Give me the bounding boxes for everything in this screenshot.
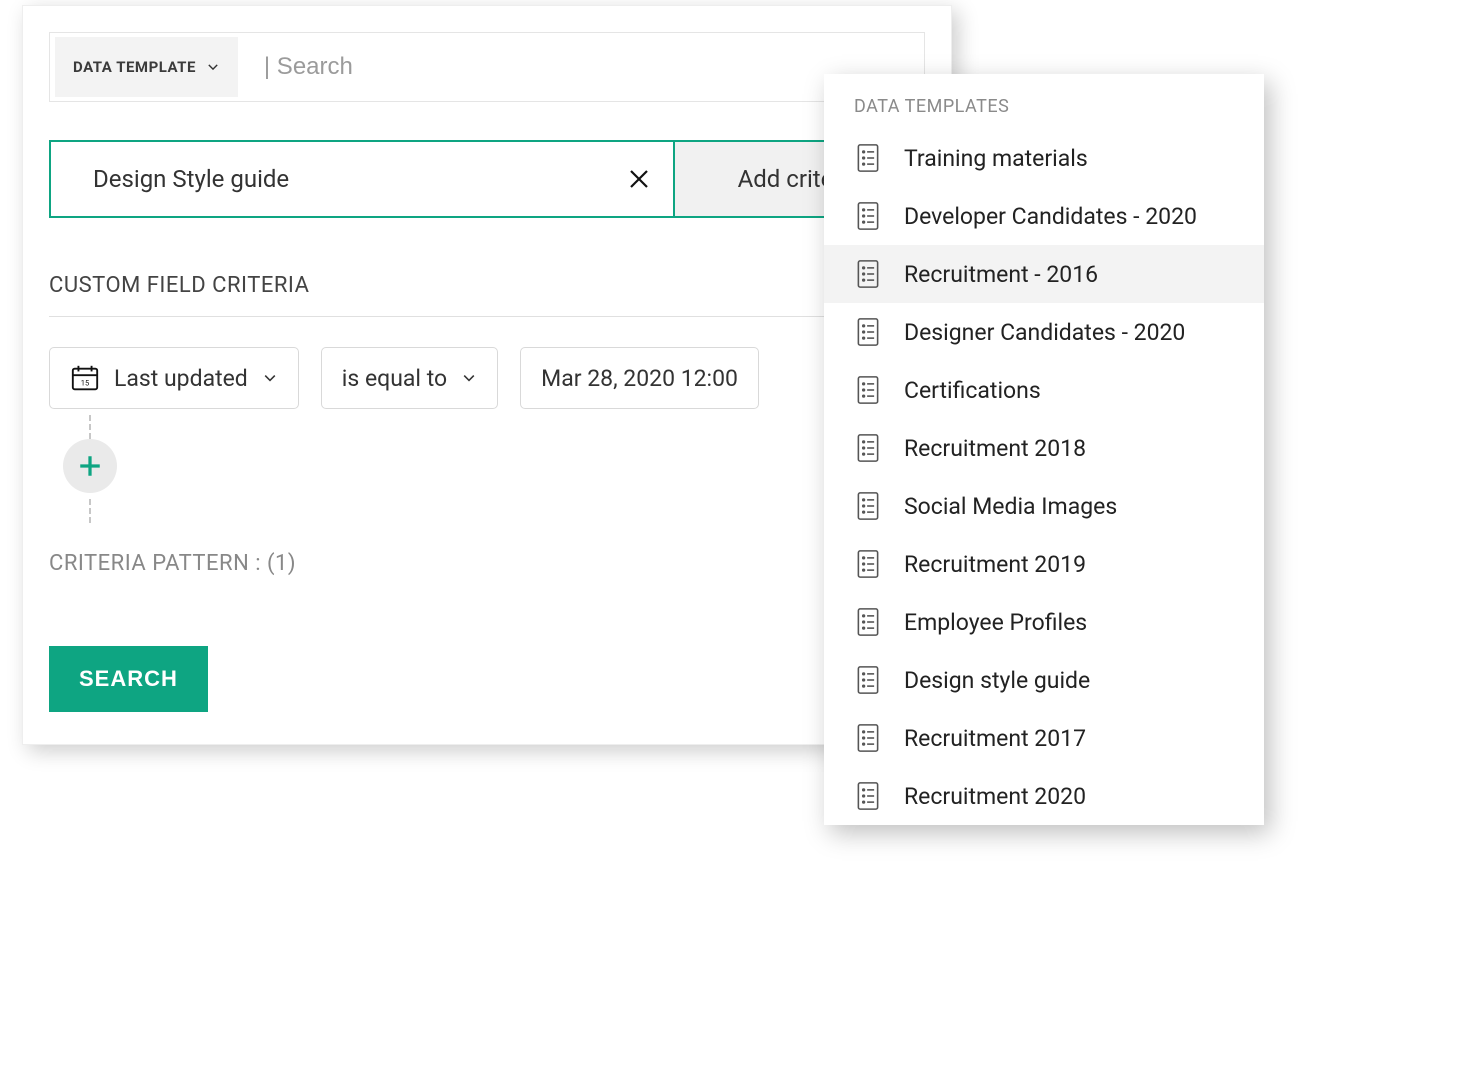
template-list-item[interactable]: Certifications: [824, 361, 1264, 419]
template-list-item[interactable]: Recruitment 2019: [824, 535, 1264, 593]
popover-list: Training materials Developer Candidates …: [824, 129, 1264, 825]
clear-criteria-button[interactable]: [627, 167, 651, 191]
criteria-value-field[interactable]: Design Style guide: [51, 142, 673, 216]
template-icon: [854, 781, 882, 811]
template-item-label: Social Media Images: [904, 493, 1117, 520]
search-button[interactable]: SEARCH: [49, 646, 208, 712]
template-icon: [854, 317, 882, 347]
template-list-item[interactable]: Social Media Images: [824, 477, 1264, 535]
template-list-item[interactable]: Recruitment 2018: [824, 419, 1264, 477]
template-icon: [854, 433, 882, 463]
search-panel: DATA TEMPLATE Design Style guide Add cri…: [22, 5, 952, 745]
criteria-value-text: Design Style guide: [93, 165, 289, 193]
operator-select-label: is equal to: [342, 365, 447, 392]
template-list-item[interactable]: Recruitment - 2016: [824, 245, 1264, 303]
data-template-dropdown[interactable]: DATA TEMPLATE: [55, 37, 238, 97]
svg-text:15: 15: [81, 379, 89, 388]
template-item-label: Training materials: [904, 145, 1088, 172]
search-bar: DATA TEMPLATE: [49, 32, 925, 102]
field-select[interactable]: 15 Last updated: [49, 347, 299, 409]
custom-field-criteria-title: CUSTOM FIELD CRITERIA: [49, 273, 925, 317]
template-icon: [854, 665, 882, 695]
value-input[interactable]: Mar 28, 2020 12:00: [520, 347, 759, 409]
value-text: Mar 28, 2020 12:00: [541, 365, 738, 392]
template-icon: [854, 375, 882, 405]
template-item-label: Recruitment 2018: [904, 435, 1086, 462]
operator-select[interactable]: is equal to: [321, 347, 498, 409]
template-list-item[interactable]: Employee Profiles: [824, 593, 1264, 651]
template-item-label: Recruitment - 2016: [904, 261, 1098, 288]
close-icon: [627, 167, 651, 191]
type-select-label: DATA TEMPLATE: [73, 58, 196, 76]
popover-header: DATA TEMPLATES: [824, 74, 1264, 129]
field-select-label: Last updated: [114, 365, 248, 392]
template-item-label: Developer Candidates - 2020: [904, 203, 1197, 230]
template-item-label: Recruitment 2017: [904, 725, 1086, 752]
pattern-value: (1): [267, 551, 296, 576]
template-icon: [854, 607, 882, 637]
pattern-label: CRITERIA PATTERN :: [49, 551, 261, 576]
template-list-item[interactable]: Design style guide: [824, 651, 1264, 709]
template-list-item[interactable]: Training materials: [824, 129, 1264, 187]
template-icon: [854, 259, 882, 289]
plus-icon: [77, 453, 103, 479]
chevron-down-icon: [206, 60, 220, 74]
template-icon: [854, 491, 882, 521]
template-list-item[interactable]: Recruitment 2017: [824, 709, 1264, 767]
criteria-field-row: 15 Last updated is equal to Mar 28, 2020…: [49, 347, 925, 409]
criteria-row: Design Style guide Add criteria: [49, 140, 925, 218]
template-item-label: Certifications: [904, 377, 1041, 404]
template-item-label: Design style guide: [904, 667, 1090, 694]
chevron-down-icon: [461, 370, 477, 386]
template-icon: [854, 549, 882, 579]
criteria-pattern: CRITERIA PATTERN : (1): [49, 551, 925, 576]
template-item-label: Recruitment 2020: [904, 783, 1086, 810]
connector-line: [89, 499, 91, 523]
template-item-label: Recruitment 2019: [904, 551, 1086, 578]
template-list-item[interactable]: Recruitment 2020: [824, 767, 1264, 825]
template-icon: [854, 201, 882, 231]
add-condition-button[interactable]: [63, 439, 117, 493]
template-list-item[interactable]: Designer Candidates - 2020: [824, 303, 1264, 361]
template-icon: [854, 143, 882, 173]
template-item-label: Employee Profiles: [904, 609, 1087, 636]
connector-line: [89, 415, 91, 439]
template-list-item[interactable]: Developer Candidates - 2020: [824, 187, 1264, 245]
template-icon: [854, 723, 882, 753]
data-templates-popover: DATA TEMPLATES Training materials Develo…: [824, 74, 1264, 825]
template-item-label: Designer Candidates - 2020: [904, 319, 1185, 346]
calendar-icon: 15: [70, 363, 100, 393]
chevron-down-icon: [262, 370, 278, 386]
